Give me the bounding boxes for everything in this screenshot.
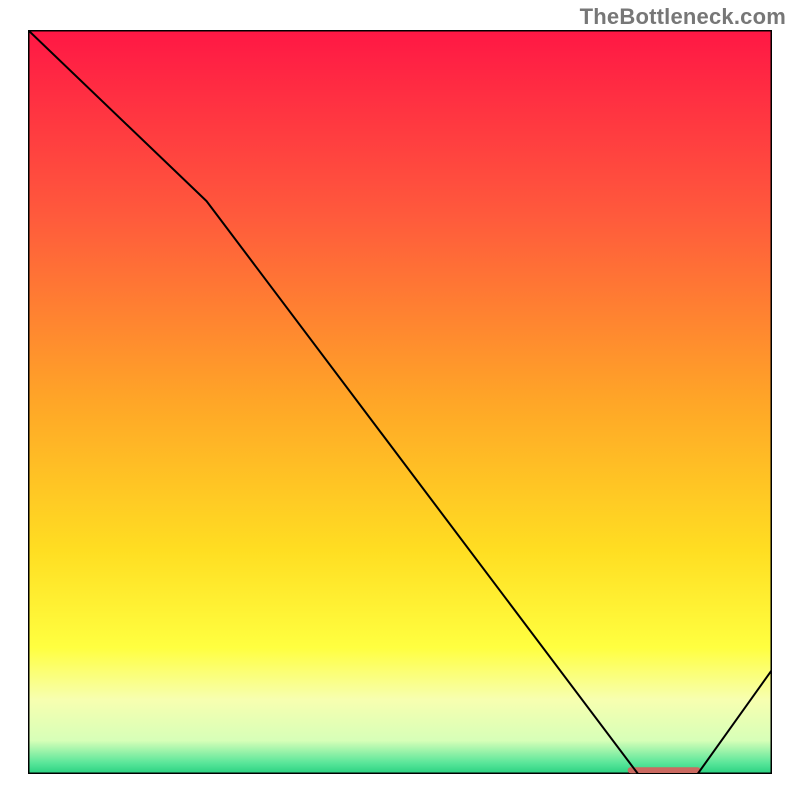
watermark-label: TheBottleneck.com [580, 4, 786, 30]
chart-plot [28, 30, 772, 774]
chart-container: TheBottleneck.com [0, 0, 800, 800]
gradient-background [28, 30, 772, 774]
chart-svg [28, 30, 772, 774]
